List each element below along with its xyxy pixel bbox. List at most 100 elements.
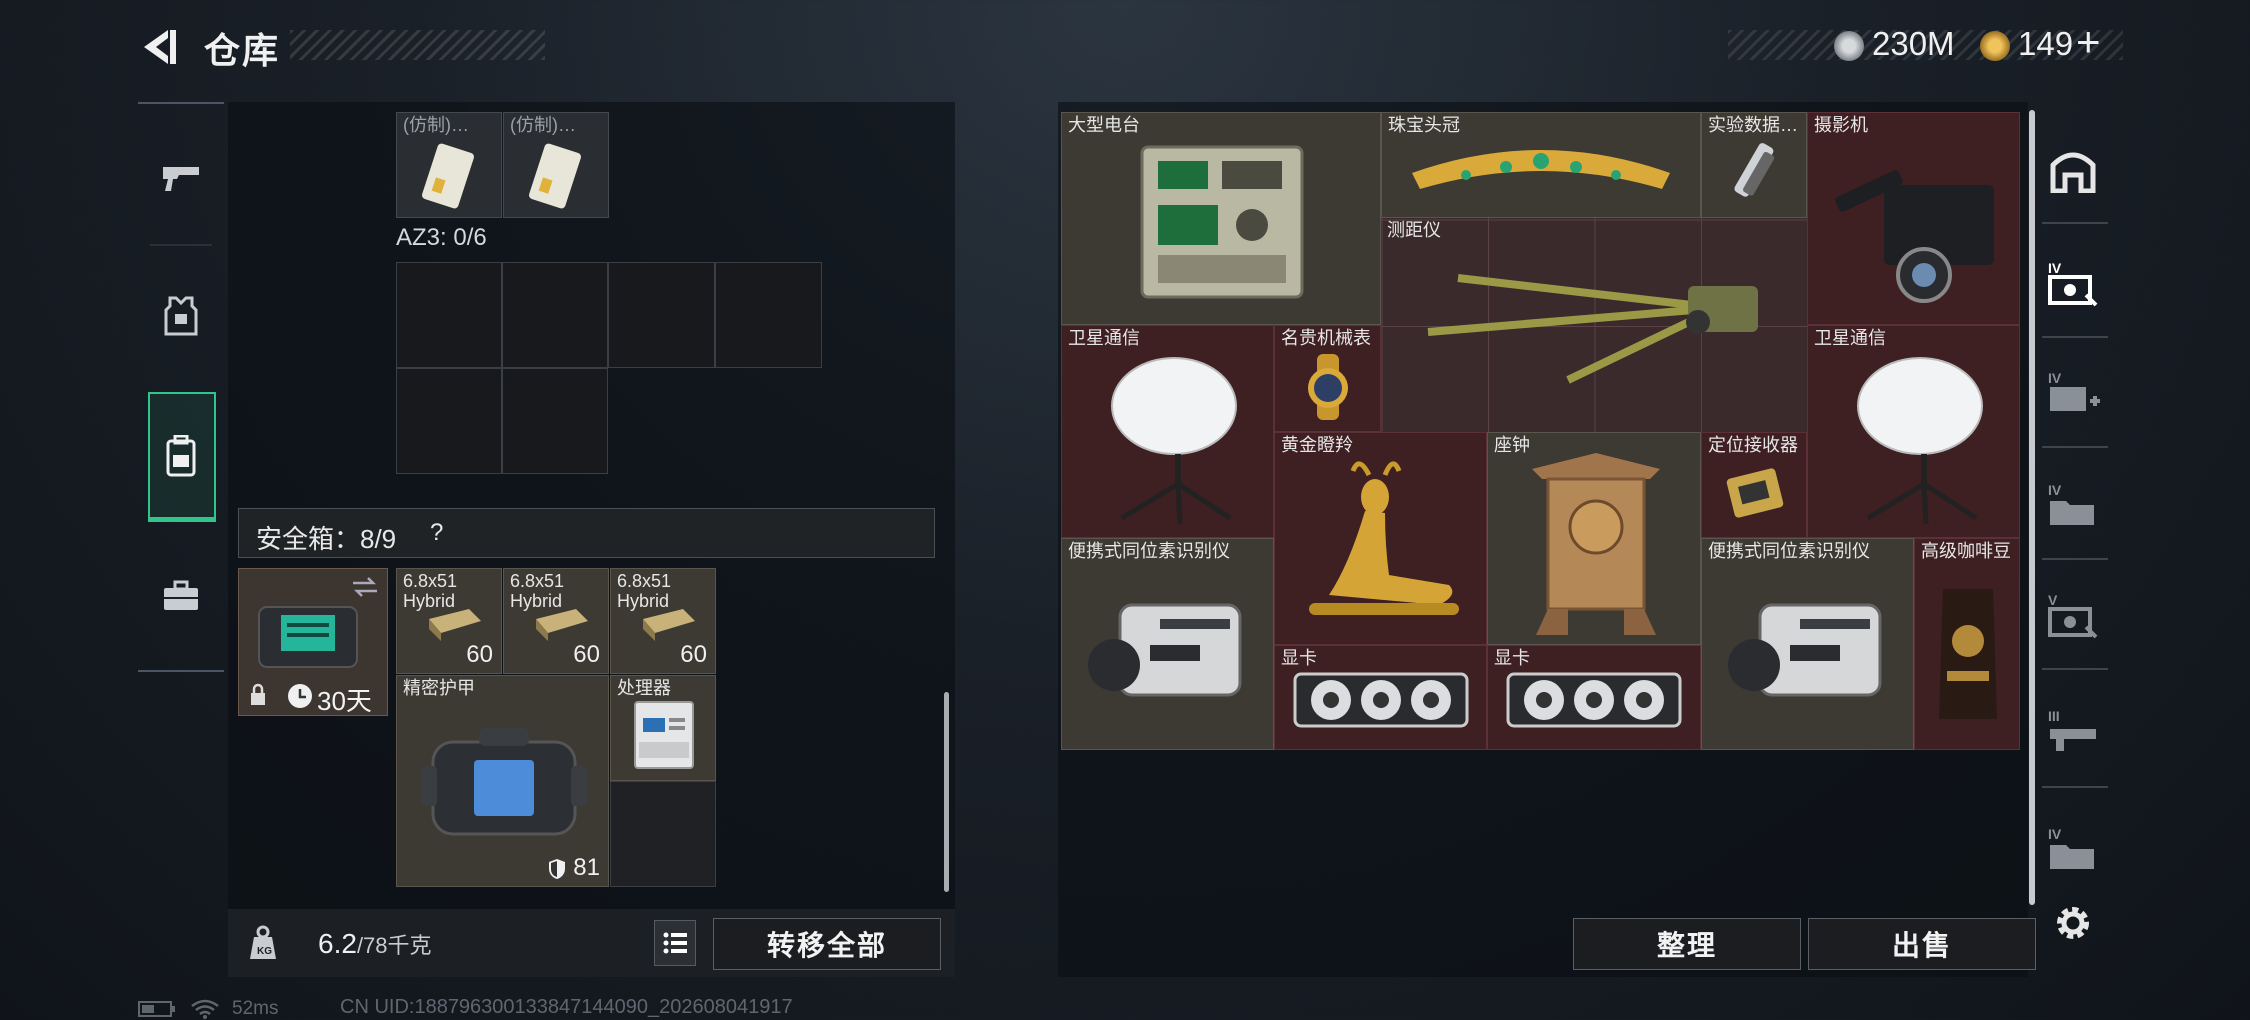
mantel-clock-icon xyxy=(1532,453,1660,635)
sort-button[interactable]: 整理 xyxy=(1573,918,1801,970)
inventory-item[interactable]: (仿制)… xyxy=(503,112,609,218)
stash-item-coffee[interactable]: 高级咖啡豆 xyxy=(1914,538,2020,750)
vest-icon xyxy=(164,296,198,336)
stash-item-gazelle[interactable]: 黄金瞪羚 xyxy=(1274,432,1487,645)
back-button[interactable] xyxy=(138,26,180,68)
safe-timer: 30天 xyxy=(317,686,372,716)
stash-item-gpu[interactable]: 显卡 xyxy=(1274,645,1487,750)
ammo-item[interactable]: 6.8x51 Hybrid 60 xyxy=(610,568,716,674)
stash-tab-5[interactable]: V xyxy=(2042,584,2104,646)
add-stash-icon: IV xyxy=(2048,370,2100,411)
uid-text: CN UID:1887963001338471440​90_2026080419… xyxy=(340,996,793,1018)
clock-icon xyxy=(288,684,312,708)
svg-text:IV: IV xyxy=(2048,370,2062,386)
stash-tab-all[interactable] xyxy=(2042,140,2104,202)
svg-text:IV: IV xyxy=(2048,482,2062,498)
item-label: 座钟 xyxy=(1494,435,1530,455)
stash-scrollbar[interactable] xyxy=(2029,110,2035,905)
stash-item-watch[interactable]: 名贵机械表 xyxy=(1274,325,1381,432)
stash-item-satellite[interactable]: 卫星通信 xyxy=(1807,325,2020,538)
folder-icon: IV xyxy=(2048,826,2094,869)
page-title: 仓库 xyxy=(204,30,281,71)
empty-slot[interactable] xyxy=(396,262,502,368)
weight-lock-button[interactable]: KG xyxy=(232,912,294,974)
stash-tab-add[interactable]: IV xyxy=(2042,362,2104,424)
durability-value: 81 xyxy=(573,854,600,881)
isotope-identifier-icon xyxy=(1088,603,1242,697)
item-label: 实验数据… xyxy=(1708,115,1798,135)
folder-icon: IV xyxy=(2048,482,2094,525)
item-label: 便携式同位素识别仪 xyxy=(1708,541,1870,561)
list-view-button[interactable] xyxy=(654,920,696,966)
weight-readout: 6.2/78千克 xyxy=(318,928,432,960)
empty-slot[interactable] xyxy=(396,368,502,474)
safe-box-container[interactable]: 30天 xyxy=(238,568,388,716)
stash-item-gpu[interactable]: 显卡 xyxy=(1487,645,1701,750)
empty-slot[interactable] xyxy=(610,781,716,887)
stash-item-radio[interactable]: 大型电台 xyxy=(1061,112,1381,325)
list-icon xyxy=(663,932,687,954)
nav-divider xyxy=(2042,558,2108,560)
stash-tab-4-1[interactable]: IV xyxy=(2042,252,2104,314)
armor-item[interactable]: 精密护甲 81 xyxy=(396,675,609,887)
satellite-dish-icon xyxy=(1111,357,1237,525)
ammo-item[interactable]: 6.8x51 Hybrid 60 xyxy=(503,568,609,674)
item-label: 珠宝头冠 xyxy=(1388,115,1460,135)
stash-tab-3[interactable]: III xyxy=(2042,700,2104,762)
gps-receiver-icon xyxy=(1726,468,1784,518)
nav-backpack[interactable] xyxy=(150,426,212,486)
rangefinder-icon xyxy=(1427,274,1758,384)
nav-divider xyxy=(2042,336,2108,338)
svg-text:III: III xyxy=(2048,708,2060,724)
processor-item[interactable]: 处理器 xyxy=(610,675,716,781)
nav-case[interactable] xyxy=(150,566,212,626)
item-label: 定位接收器 xyxy=(1708,435,1798,455)
item-label: 黄金瞪羚 xyxy=(1281,435,1353,455)
item-label: 名贵机械表 xyxy=(1281,328,1371,348)
stash-item-tiara[interactable]: 珠宝头冠 xyxy=(1381,112,1701,218)
stash-item-camera[interactable]: 摄影机 xyxy=(1807,112,2020,325)
add-currency-button[interactable]: + xyxy=(2076,18,2101,66)
tiara-icon xyxy=(1412,150,1670,189)
item-count: 60 xyxy=(680,641,707,668)
kg-weight-icon: KG xyxy=(250,925,276,959)
item-label: 摄影机 xyxy=(1814,115,1868,135)
stash-tab-4-3[interactable]: IV xyxy=(2042,818,2104,880)
safe-box-label: 安全箱：8/9 xyxy=(256,524,397,554)
inventory-scrollbar[interactable] xyxy=(944,692,949,892)
settings-button[interactable] xyxy=(2042,892,2104,954)
item-label: 精密护甲 xyxy=(403,678,475,698)
transfer-all-button[interactable]: 转移全部 xyxy=(713,918,941,970)
nav-armor[interactable] xyxy=(150,286,212,346)
video-camera-icon xyxy=(1835,170,1994,303)
empty-slot[interactable] xyxy=(608,262,715,368)
az3-label: AZ3: 0/6 xyxy=(396,224,487,251)
item-label: 测距仪 xyxy=(1387,220,1441,240)
stash-item-isotope[interactable]: 便携式同位素识别仪 xyxy=(1701,538,1914,750)
nav-divider xyxy=(138,670,224,672)
stash-item-clock[interactable]: 座钟 xyxy=(1487,432,1701,645)
nav-weapons[interactable] xyxy=(150,148,212,208)
stash-tab-4-2[interactable]: IV xyxy=(2042,474,2104,536)
id-card-icon xyxy=(422,143,474,209)
gold-gazelle-icon xyxy=(1309,461,1459,615)
help-button[interactable]: ? xyxy=(430,519,443,547)
ammo-item[interactable]: 6.8x51 Hybrid 60 xyxy=(396,568,502,674)
empty-slot[interactable] xyxy=(502,368,608,474)
nav-divider xyxy=(2042,446,2108,448)
stash-item-satellite[interactable]: 卫星通信 xyxy=(1061,325,1274,538)
stash-item-data[interactable]: 实验数据… xyxy=(1701,112,1807,218)
radio-station-icon xyxy=(1140,145,1304,299)
ammo-box-icon xyxy=(429,609,481,641)
sell-button[interactable]: 出售 xyxy=(1808,918,2036,970)
stash-page-icon: IV xyxy=(2048,260,2098,307)
stash-page-icon: V xyxy=(2048,592,2098,639)
inventory-item[interactable]: (仿制)… xyxy=(396,112,502,218)
satellite-dish-icon xyxy=(1857,357,1983,525)
empty-slot[interactable] xyxy=(715,262,822,368)
pistol-icon xyxy=(163,167,199,191)
stash-item-isotope[interactable]: 便携式同位素识别仪 xyxy=(1061,538,1274,750)
empty-slot[interactable] xyxy=(502,262,608,368)
stash-item-receiver[interactable]: 定位接收器 xyxy=(1701,432,1807,538)
item-label: (仿制)… xyxy=(403,115,469,135)
